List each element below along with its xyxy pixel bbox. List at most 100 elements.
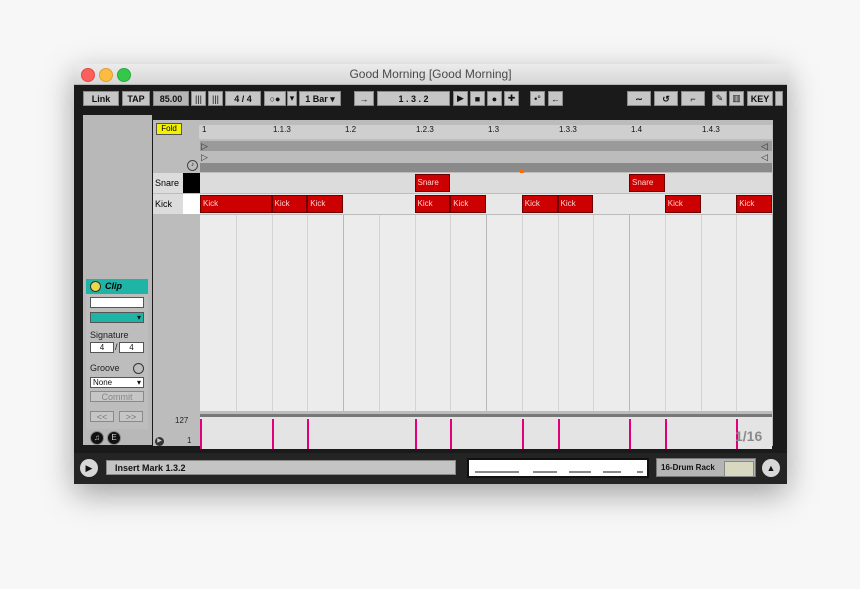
device-name: 16-Drum Rack <box>661 463 715 472</box>
start-marker-icon[interactable]: ▷ <box>201 152 208 163</box>
clip-activator-icon[interactable] <box>90 281 101 292</box>
grid-line <box>557 215 559 411</box>
link-button[interactable]: Link <box>83 91 119 106</box>
track-name: Snare <box>155 178 180 188</box>
midi-map-icon[interactable]: ▥ <box>729 91 744 106</box>
scrub-area[interactable] <box>200 163 772 172</box>
midi-editor: Fold 1 1.1.3 1.2 1.2.3 1.3 1.3.3 1.4 1.4… <box>153 120 773 449</box>
key-map-button[interactable]: KEY <box>747 91 773 106</box>
nudge-down-icon[interactable]: ||| <box>191 91 206 106</box>
grid-line <box>343 215 344 411</box>
status-bar: ▶ Insert Mark 1.3.2 16-Drum Rack ▲ <box>74 453 787 484</box>
midi-note[interactable]: Snare <box>414 174 451 192</box>
loop-brace[interactable] <box>200 141 772 151</box>
clip-view-icon[interactable]: ♫ <box>90 431 104 445</box>
midi-note[interactable]: Snare <box>629 174 665 192</box>
midi-note[interactable]: Kick <box>450 195 486 213</box>
loop-start-marker-icon[interactable]: ▷ <box>201 141 208 152</box>
velocity-marker[interactable] <box>450 419 453 449</box>
record-icon[interactable]: ● <box>487 91 502 106</box>
ruler-tick: 1.2.3 <box>416 125 434 134</box>
automation-arm-icon[interactable]: •° <box>530 91 545 106</box>
draw-mode-icon[interactable]: ✎ <box>712 91 727 106</box>
wave-icon[interactable]: ∼ <box>627 91 651 106</box>
midi-note[interactable]: Kick <box>271 195 308 213</box>
groove-label: Groove <box>90 363 120 373</box>
grid-line <box>235 215 237 411</box>
app-window: Good Morning [Good Morning] Link TAP 85.… <box>74 64 787 484</box>
track-header-kick[interactable]: Kick <box>153 194 183 214</box>
groove-dropdown[interactable]: None ▾ <box>90 377 144 388</box>
signature-denominator[interactable]: 4 <box>119 342 144 353</box>
ruler-tick: 1 <box>202 125 207 134</box>
nav-left-button[interactable]: << <box>90 411 114 422</box>
track-color-snare <box>183 173 200 193</box>
title-bar: Good Morning [Good Morning] <box>74 64 787 85</box>
midi-note[interactable]: Kick <box>414 195 451 213</box>
velocity-marker[interactable] <box>664 419 667 449</box>
signature-label: Signature <box>90 330 129 340</box>
show-device-icon[interactable]: ▲ <box>762 459 780 477</box>
velocity-marker[interactable] <box>557 419 560 449</box>
device-thumbnail-icon <box>724 461 754 477</box>
hide-panel-icon[interactable]: ▶ <box>80 459 98 477</box>
velocity-play-icon[interactable]: ▶ <box>155 437 164 446</box>
envelopes-icon[interactable]: E <box>107 431 121 445</box>
loop-icon[interactable]: ↺ <box>654 91 678 106</box>
clip-overview[interactable] <box>467 458 649 478</box>
grid-line <box>414 215 416 411</box>
velocity-marker[interactable] <box>629 419 631 449</box>
quantize-dropdown[interactable]: 1 Bar ▾ <box>299 91 341 106</box>
midi-note[interactable]: Kick <box>521 195 558 213</box>
overdub-icon[interactable]: ✚ <box>504 91 519 106</box>
velocity-marker[interactable] <box>271 419 274 449</box>
nav-right-button[interactable]: >> <box>119 411 143 422</box>
midi-note[interactable]: Kick <box>200 195 272 213</box>
preview-icon[interactable]: ♪ <box>187 160 198 171</box>
commit-button[interactable]: Commit <box>90 391 144 402</box>
nudge-up-icon[interactable]: ||| <box>208 91 223 106</box>
stop-icon[interactable]: ■ <box>470 91 485 106</box>
back-to-arrangement-icon[interactable]: ← <box>548 91 563 106</box>
fold-button[interactable]: Fold <box>156 123 182 135</box>
play-icon[interactable]: ▶ <box>453 91 468 106</box>
tempo-field[interactable]: 85.00 <box>153 91 189 106</box>
midi-note[interactable]: Kick <box>664 195 701 213</box>
velocity-editor[interactable] <box>200 414 772 449</box>
punch-icon[interactable]: ⌐ <box>681 91 705 106</box>
tap-button[interactable]: TAP <box>122 91 150 106</box>
kick-lane[interactable]: Kick Kick Kick Kick Kick Kick Kick Kick Kick <box>200 194 772 214</box>
grid-line <box>664 215 666 411</box>
track-header-snare[interactable]: Snare <box>153 173 183 193</box>
midi-note[interactable]: Kick <box>557 195 594 213</box>
time-signature-field[interactable]: 4 / 4 <box>225 91 261 106</box>
velocity-marker[interactable] <box>200 419 202 449</box>
clip-color-dropdown[interactable]: ▾ <box>90 312 144 323</box>
metronome-icon[interactable]: ○● <box>264 91 286 106</box>
grid-line <box>736 215 738 411</box>
midi-note[interactable]: Kick <box>736 195 772 213</box>
note-grid[interactable] <box>200 215 772 411</box>
follow-icon[interactable]: → <box>354 91 374 106</box>
snare-lane[interactable]: Snare Snare <box>200 173 772 193</box>
grid-size-label: 1/16 <box>735 428 763 444</box>
loop-end-marker-icon[interactable]: ◁ <box>761 141 768 152</box>
status-text: Insert Mark 1.3.2 <box>106 460 456 475</box>
velocity-marker[interactable] <box>521 419 524 449</box>
velocity-marker[interactable] <box>414 419 417 449</box>
signature-numerator[interactable]: 4 <box>90 342 114 353</box>
midi-note[interactable]: Kick <box>307 195 343 213</box>
grid-line <box>378 215 380 411</box>
song-position-field[interactable]: 1 . 3 . 2 <box>377 91 450 106</box>
grid-line <box>271 215 273 411</box>
clip-name-field[interactable] <box>90 297 144 308</box>
velocity-min-label: 1 <box>187 436 192 445</box>
metronome-menu-icon[interactable]: ▾ <box>287 91 297 106</box>
window-title: Good Morning [Good Morning] <box>349 67 512 81</box>
end-marker-icon[interactable]: ◁ <box>761 152 768 163</box>
grid-line <box>486 215 487 411</box>
groove-hot-swap-icon[interactable] <box>133 363 144 374</box>
velocity-marker[interactable] <box>307 419 310 449</box>
clip-title: Clip <box>105 281 122 291</box>
beat-ruler[interactable]: 1 1.1.3 1.2 1.2.3 1.3 1.3.3 1.4 1.4.3 <box>199 125 772 139</box>
